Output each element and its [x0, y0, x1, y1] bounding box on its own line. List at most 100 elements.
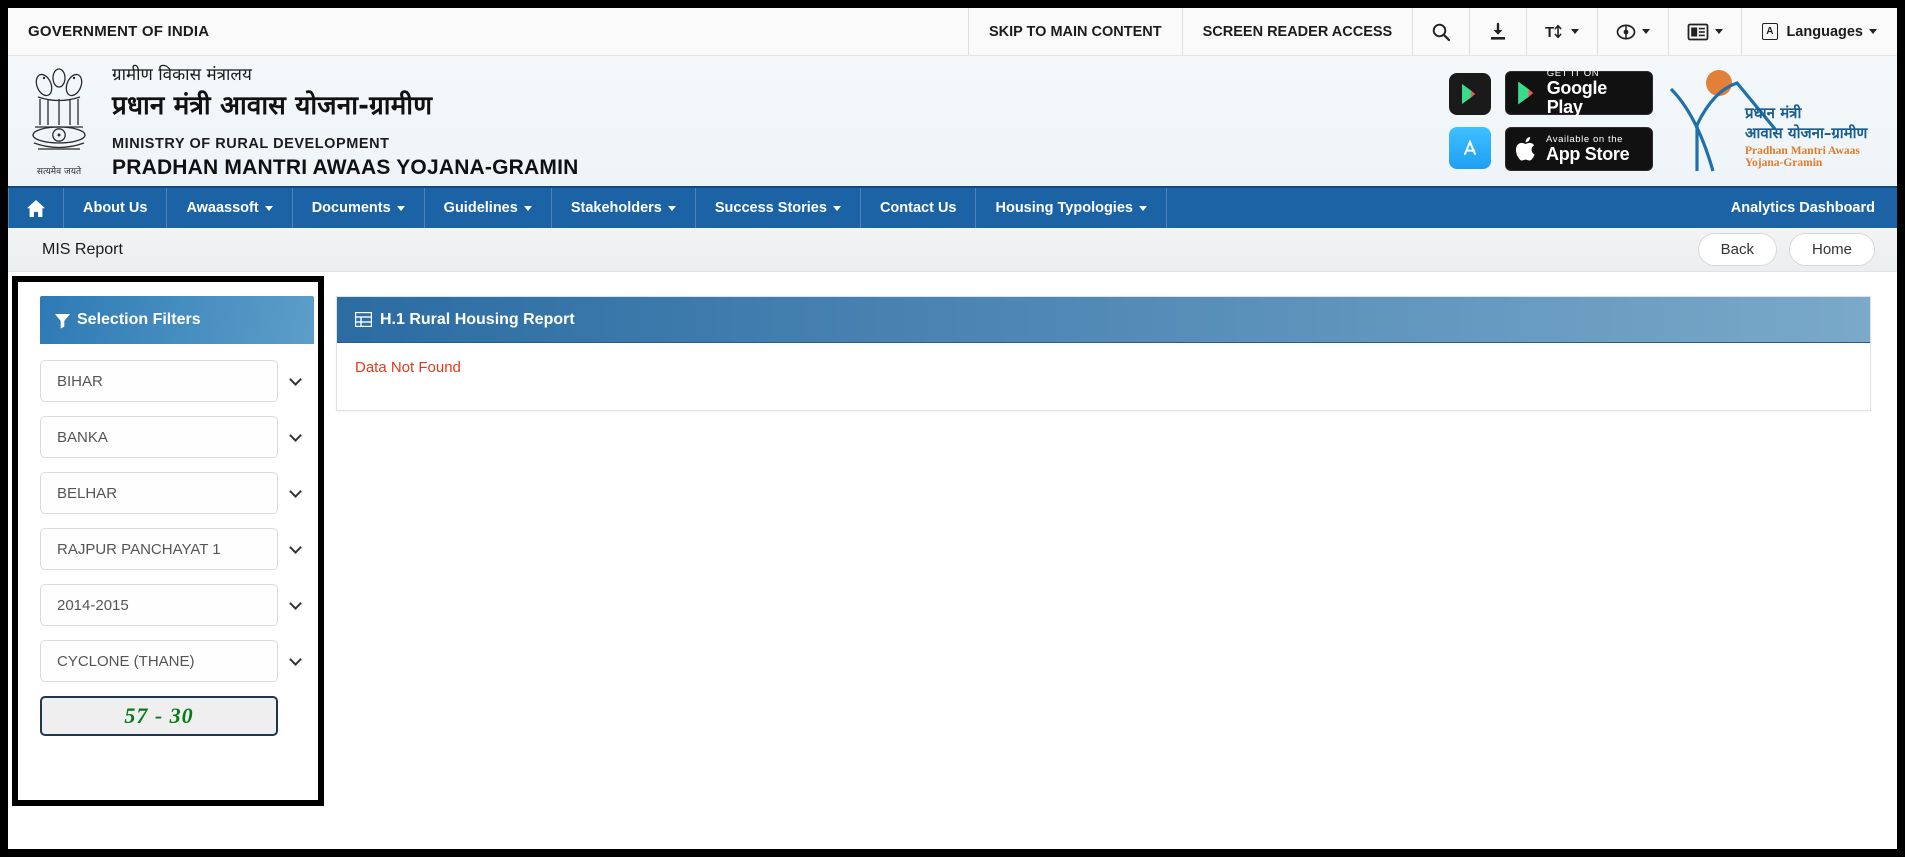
text-size-icon[interactable]: T [1526, 8, 1597, 55]
languages-selector[interactable]: A Languages [1741, 8, 1897, 55]
main-navigation-bar: About Us Awaassoft Documents Guidelines … [8, 186, 1897, 228]
svg-text:T: T [1545, 24, 1554, 41]
pmay-logo-hindi-line1: प्रधान मंत्री [1745, 104, 1802, 122]
nav-item-housing-typologies[interactable]: Housing Typologies [976, 188, 1167, 228]
nav-label: Documents [311, 200, 391, 216]
filter-panchayat: RAJPUR PANCHAYAT 1 [40, 528, 314, 570]
filter-scheme: CYCLONE (THANE) [40, 640, 314, 682]
search-icon[interactable] [1412, 8, 1469, 55]
app-store-app-icon[interactable] [1449, 127, 1491, 169]
filter-block: BELHAR [40, 472, 314, 514]
language-badge-icon: A [1762, 23, 1779, 40]
nav-item-home[interactable] [8, 188, 64, 228]
data-not-found-message: Data Not Found [355, 359, 461, 376]
chevron-down-icon [1571, 29, 1580, 34]
home-icon [27, 199, 45, 217]
page-frame: GOVERNMENT OF INDIA SKIP TO MAIN CONTENT… [8, 8, 1897, 849]
nav-item-analytics-dashboard[interactable]: Analytics Dashboard [1731, 188, 1897, 228]
pmay-logo-english: Pradhan Mantri Awaas Yojana-Gramin [1745, 145, 1860, 169]
selection-filters-title: Selection Filters [77, 311, 201, 328]
government-of-india-label: GOVERNMENT OF INDIA [28, 23, 210, 40]
nav-label: Housing Typologies [995, 200, 1133, 216]
chevron-down-icon [1138, 205, 1147, 211]
page-content: Selection Filters BIHAR BANKA BELHAR RAJ… [8, 272, 1897, 849]
mis-report-bar: MIS Report Back Home [8, 228, 1897, 272]
report-title: H.1 Rural Housing Report [380, 310, 575, 328]
filter-year: 2014-2015 [40, 584, 314, 626]
chevron-down-icon [289, 429, 302, 442]
nav-item-success-stories[interactable]: Success Stories [696, 188, 861, 228]
google-play-app-icon[interactable] [1449, 73, 1491, 115]
report-card-header: H.1 Rural Housing Report [337, 297, 1870, 343]
languages-label: Languages [1786, 23, 1863, 40]
english-scheme-title: PRADHAN MANTRI AWAAS YOJANA-GRAMIN [112, 156, 579, 179]
chevron-down-icon [523, 205, 532, 211]
home-button[interactable]: Home [1788, 233, 1875, 266]
chevron-down-icon [289, 373, 302, 386]
hindi-scheme-title: प्रधान मंत्री आवास योजना-ग्रामीण [112, 91, 433, 121]
nav-item-awaassoft[interactable]: Awaassoft [167, 188, 293, 228]
year-select[interactable]: 2014-2015 [40, 584, 278, 626]
nav-item-stakeholders[interactable]: Stakeholders [552, 188, 696, 228]
chevron-down-icon [264, 205, 273, 211]
chevron-down-icon [289, 541, 302, 554]
block-select[interactable]: BELHAR [40, 472, 278, 514]
accessibility-icon[interactable] [1597, 8, 1668, 55]
chevron-down-icon [289, 653, 302, 666]
site-header: सत्यमेव जयते ग्रामीण विकास मंत्रालय प्रध… [8, 56, 1897, 186]
app-store-badge[interactable]: Available on the App Store [1505, 127, 1653, 171]
page-actions: Back Home [1697, 233, 1875, 266]
panchayat-select[interactable]: RAJPUR PANCHAYAT 1 [40, 528, 278, 570]
app-store-badge-big: App Store [1546, 143, 1630, 164]
state-select[interactable]: BIHAR [40, 360, 278, 402]
nav-label: Contact Us [879, 200, 957, 216]
emblem-motto: सत्यमेव जयते [36, 167, 82, 177]
report-card-body: Data Not Found [337, 343, 1870, 410]
selection-filters-header: Selection Filters [40, 296, 314, 344]
nav-label: Stakeholders [570, 200, 662, 216]
screen-reader-access-link[interactable]: SCREEN READER ACCESS [1181, 8, 1413, 55]
filter-funnel-icon [54, 312, 71, 329]
google-play-badge-big: Google Play [1546, 78, 1608, 117]
download-icon[interactable] [1469, 8, 1526, 55]
nav-label: Success Stories [714, 200, 827, 216]
contrast-icon[interactable] [1668, 8, 1741, 55]
header-right-group: GET IT ON Google Play Available on the A… [1449, 56, 1879, 186]
filter-state: BIHAR [40, 360, 314, 402]
chevron-down-icon [1715, 29, 1724, 34]
rural-housing-report-card: H.1 Rural Housing Report Data Not Found [336, 296, 1871, 411]
back-button[interactable]: Back [1697, 233, 1777, 266]
nav-label: Guidelines [443, 200, 518, 216]
chevron-down-icon [289, 485, 302, 498]
chevron-down-icon [1869, 29, 1877, 34]
nav-item-documents[interactable]: Documents [293, 188, 425, 228]
pmay-logo-hindi-line2: आवास योजना–ग्रामीण [1745, 124, 1868, 142]
report-area: H.1 Rural Housing Report Data Not Found [336, 284, 1879, 849]
nav-label: About Us [83, 200, 148, 216]
filters-list: BIHAR BANKA BELHAR RAJPUR PANCHAYAT 1 20… [40, 344, 314, 736]
selection-filters-panel: Selection Filters BIHAR BANKA BELHAR RAJ… [26, 284, 314, 849]
english-ministry-title: MINISTRY OF RURAL DEVELOPMENT [112, 136, 390, 152]
filter-district: BANKA [40, 416, 314, 458]
nav-item-about-us[interactable]: About Us [64, 188, 168, 228]
google-play-badge[interactable]: GET IT ON Google Play [1505, 69, 1653, 117]
chevron-down-icon [289, 597, 302, 610]
chevron-down-icon [396, 205, 405, 211]
nav-item-guidelines[interactable]: Guidelines [425, 188, 552, 228]
chevron-down-icon [1642, 29, 1651, 34]
pmay-logo-icon: प्रधान मंत्री आवास योजना–ग्रामीण Pradhan… [1667, 67, 1879, 175]
app-icons-column [1449, 73, 1491, 169]
header-titles: ग्रामीण विकास मंत्रालय प्रधान मंत्री आवा… [112, 62, 578, 180]
nav-item-contact-us[interactable]: Contact Us [861, 188, 977, 228]
top-utility-bar: GOVERNMENT OF INDIA SKIP TO MAIN CONTENT… [8, 8, 1897, 56]
scheme-select[interactable]: CYCLONE (THANE) [40, 640, 278, 682]
skip-to-main-content-link[interactable]: SKIP TO MAIN CONTENT [967, 8, 1182, 55]
district-select[interactable]: BANKA [40, 416, 278, 458]
chevron-down-icon [832, 205, 841, 211]
store-badges-column: GET IT ON Google Play Available on the A… [1505, 69, 1653, 171]
national-emblem-icon: सत्यमेव जयते [22, 65, 96, 177]
nav-label: Awaassoft [186, 200, 259, 216]
chevron-down-icon [667, 205, 676, 211]
hindi-ministry-title: ग्रामीण विकास मंत्रालय [112, 65, 252, 85]
page-title: MIS Report [42, 240, 123, 258]
